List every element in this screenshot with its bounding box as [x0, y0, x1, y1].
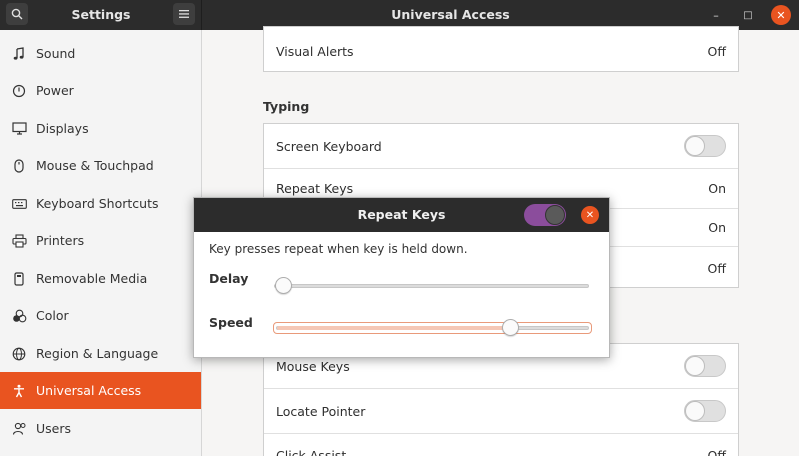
mouse-keys-label: Mouse Keys: [276, 358, 350, 374]
close-icon: ✕: [585, 209, 595, 221]
seeing-frame: Visual Alerts Off: [263, 26, 739, 72]
window-close-button[interactable]: ✕: [771, 5, 791, 25]
sidebar-title: Settings: [71, 7, 131, 22]
delay-slider[interactable]: [274, 277, 589, 294]
speed-label: Speed: [209, 315, 253, 330]
mouse-keys-switch[interactable]: [684, 355, 726, 377]
sidebar-item-universal-access[interactable]: Universal Access: [0, 372, 201, 409]
delay-label: Delay: [209, 271, 249, 286]
sidebar-item-power[interactable]: Power: [0, 72, 201, 109]
typing-section-title: Typing: [263, 99, 310, 114]
click-assist-label: Click Assist: [276, 448, 347, 456]
repeat-keys-value: On: [708, 181, 726, 196]
sidebar-item-label: Mouse & Touchpad: [36, 158, 154, 173]
maximize-button[interactable]: □: [738, 5, 758, 25]
users-icon: [11, 421, 27, 437]
dialog-description: Key presses repeat when key is held down…: [209, 242, 468, 256]
menu-button[interactable]: [173, 3, 195, 25]
sidebar-item-label: Removable Media: [36, 271, 148, 286]
display-icon: [11, 121, 27, 137]
click-assist-row[interactable]: Click Assist Off: [264, 434, 738, 456]
sidebar-item-label: Displays: [36, 121, 89, 136]
color-icon: [11, 308, 27, 324]
minimize-icon: –: [713, 8, 719, 22]
switch-knob: [685, 136, 705, 156]
pointing-frame: Mouse Keys Locate Pointer Click Assist O…: [263, 343, 739, 456]
visual-alerts-label: Visual Alerts: [276, 43, 354, 59]
dialog-header: Repeat Keys ✕: [194, 198, 609, 232]
sidebar: Sound Power Displays Mouse & Touchpad Ke…: [0, 30, 202, 456]
close-icon: ✕: [776, 8, 786, 22]
sidebar-item-label: Printers: [36, 233, 85, 248]
sidebar-item-label: Color: [36, 308, 69, 323]
sidebar-item-sound[interactable]: Sound: [0, 35, 201, 72]
typing-assist-value: Off: [707, 260, 726, 276]
locate-pointer-label: Locate Pointer: [276, 403, 366, 419]
speed-slider-thumb[interactable]: [502, 319, 519, 336]
repeat-keys-dialog: Repeat Keys ✕ Key presses repeat when ke…: [193, 197, 610, 358]
visual-alerts-value: Off: [707, 43, 726, 59]
sidebar-item-mouse-touchpad[interactable]: Mouse & Touchpad: [0, 147, 201, 184]
search-icon: [11, 8, 23, 20]
sidebar-item-label: Users: [36, 421, 72, 436]
sidebar-item-users[interactable]: Users: [0, 410, 201, 447]
locate-pointer-row[interactable]: Locate Pointer: [264, 389, 738, 434]
accessibility-icon: [11, 383, 27, 399]
sidebar-item-printers[interactable]: Printers: [0, 222, 201, 259]
sidebar-item-region-language[interactable]: Region & Language: [0, 335, 201, 372]
switch-knob: [685, 401, 705, 421]
search-button[interactable]: [6, 3, 28, 25]
screen-keyboard-row[interactable]: Screen Keyboard: [264, 124, 738, 169]
click-assist-value: Off: [707, 448, 726, 456]
sidebar-item-color[interactable]: Color: [0, 297, 201, 334]
hamburger-menu-icon: [179, 10, 189, 18]
cursor-blinking-value: On: [708, 220, 726, 235]
sidebar-item-label: Sound: [36, 46, 76, 61]
screen-keyboard-switch[interactable]: [684, 135, 726, 157]
sidebar-item-removable-media[interactable]: Removable Media: [0, 260, 201, 297]
repeat-keys-label: Repeat Keys: [276, 181, 354, 196]
mouse-icon: [11, 158, 27, 174]
power-icon: [11, 83, 27, 99]
sidebar-item-label: Universal Access: [36, 383, 142, 398]
sidebar-item-label: Power: [36, 83, 74, 98]
speed-slider-fill: [277, 326, 510, 330]
delay-slider-thumb[interactable]: [275, 277, 292, 294]
speed-slider[interactable]: [276, 319, 589, 336]
minimize-button[interactable]: –: [706, 5, 726, 25]
sidebar-header: Settings: [0, 0, 202, 30]
music-note-icon: [11, 46, 27, 62]
keyboard-icon: [11, 196, 27, 212]
switch-knob: [545, 205, 565, 225]
printer-icon: [11, 233, 27, 249]
maximize-icon: □: [743, 9, 753, 21]
visual-alerts-row[interactable]: Visual Alerts Off: [264, 27, 738, 71]
screen-keyboard-label: Screen Keyboard: [276, 138, 382, 154]
sidebar-item-label: Keyboard Shortcuts: [36, 196, 159, 211]
switch-knob: [685, 356, 705, 376]
sidebar-item-keyboard-shortcuts[interactable]: Keyboard Shortcuts: [0, 185, 201, 222]
removable-media-icon: [11, 271, 27, 287]
repeat-keys-switch[interactable]: [524, 204, 566, 226]
globe-icon: [11, 346, 27, 362]
sidebar-item-displays[interactable]: Displays: [0, 110, 201, 147]
locate-pointer-switch[interactable]: [684, 400, 726, 422]
sidebar-item-label: Region & Language: [36, 346, 159, 361]
dialog-close-button[interactable]: ✕: [581, 206, 599, 224]
